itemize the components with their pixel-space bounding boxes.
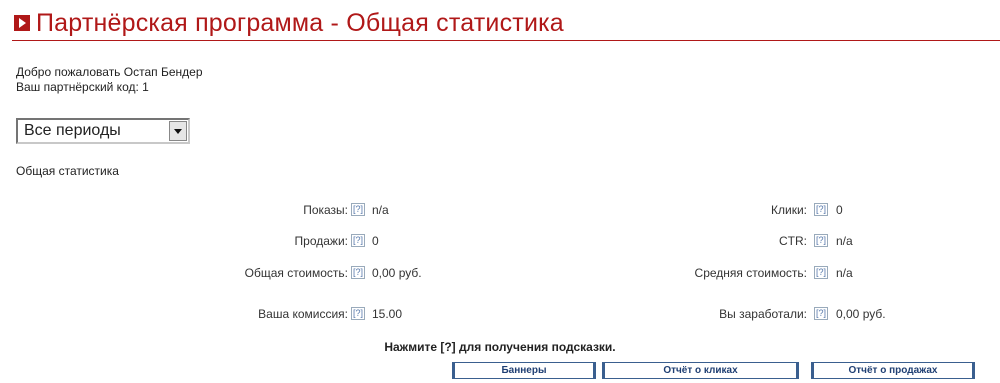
help-hint: Нажмите [?] для получения подсказки. [384, 340, 616, 354]
section-title: Общая статистика [16, 164, 119, 178]
partner-code-text: Ваш партнёрский код: 1 [16, 80, 149, 94]
help-button[interactable]: [?] [814, 203, 828, 216]
stat-value: 0,00 руб. [372, 266, 422, 280]
stat-value: n/a [372, 203, 389, 217]
banners-button[interactable]: Баннеры [452, 362, 596, 379]
stat-label: Вы заработали: [719, 307, 807, 321]
help-button[interactable]: [?] [351, 203, 365, 216]
period-select-value: Все периоды [24, 122, 121, 139]
stat-value: 15.00 [372, 307, 403, 321]
stat-value: n/a [836, 234, 853, 248]
stat-ctr: CTR: [?] n/a [660, 234, 960, 250]
sales-report-button[interactable]: Отчёт о продажах [811, 362, 975, 379]
page-title: Партнёрская программа - Общая статистика [36, 9, 564, 37]
chevron-down-icon[interactable] [169, 121, 187, 141]
stat-earned: Вы заработали: [?] 0,00 руб. [660, 307, 960, 323]
stat-label: Общая стоимость: [244, 266, 348, 280]
clicks-report-button[interactable]: Отчёт о кликах [602, 362, 799, 379]
period-select[interactable]: Все периоды [16, 118, 190, 144]
stat-impressions: Показы: [?] n/a [200, 203, 460, 219]
arrow-bullet-icon [14, 15, 30, 31]
stat-label: Клики: [771, 203, 807, 217]
help-button[interactable]: [?] [351, 266, 365, 279]
welcome-text: Добро пожаловать Остап Бендер [16, 65, 203, 79]
help-button[interactable]: [?] [351, 307, 365, 320]
stat-label: Ваша комиссия: [258, 307, 348, 321]
stat-label: CTR: [779, 234, 807, 248]
stat-label: Продажи: [294, 234, 348, 248]
page-header: Партнёрская программа - Общая статистика [12, 6, 1000, 41]
stat-label: Средняя стоимость: [694, 266, 807, 280]
welcome-block: Добро пожаловать Остап Бендер Ваш партнё… [16, 65, 203, 95]
stat-value: 0 [836, 203, 843, 217]
stat-commission: Ваша комиссия: [?] 15.00 [200, 307, 460, 323]
stat-clicks: Клики: [?] 0 [660, 203, 960, 219]
stat-sales: Продажи: [?] 0 [200, 234, 460, 250]
stat-value: 0 [372, 234, 379, 248]
help-button[interactable]: [?] [351, 234, 365, 247]
stat-total-cost: Общая стоимость: [?] 0,00 руб. [200, 266, 460, 282]
stat-average-cost: Средняя стоимость: [?] n/a [660, 266, 960, 282]
stat-label: Показы: [303, 203, 348, 217]
help-button[interactable]: [?] [814, 307, 828, 320]
stat-value: n/a [836, 266, 853, 280]
stat-value: 0,00 руб. [836, 307, 886, 321]
help-button[interactable]: [?] [814, 234, 828, 247]
help-button[interactable]: [?] [814, 266, 828, 279]
